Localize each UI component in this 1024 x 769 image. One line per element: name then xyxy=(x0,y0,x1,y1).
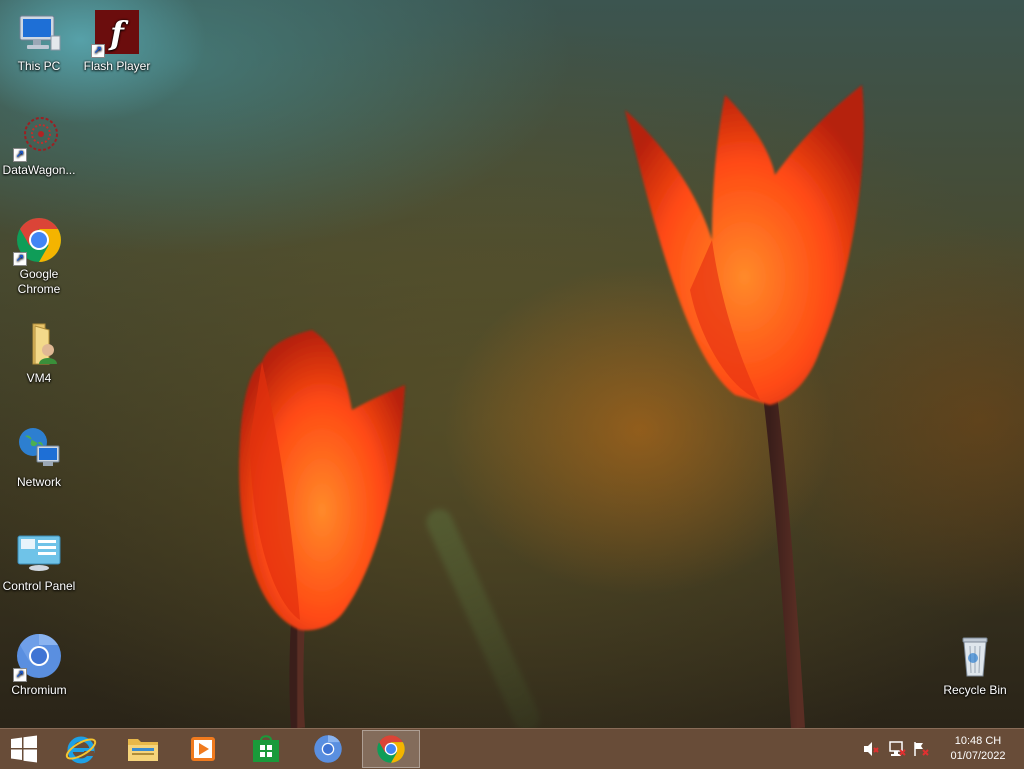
desktop-icon-recycle-bin[interactable]: Recycle Bin xyxy=(936,632,1014,698)
network-icon xyxy=(15,424,63,472)
desktop-icon-vm4[interactable]: VM4 xyxy=(0,320,78,386)
shortcut-arrow-icon: ↗ xyxy=(13,148,27,162)
media-player-icon xyxy=(191,737,215,761)
chromium-icon xyxy=(314,735,342,763)
tray-volume[interactable] xyxy=(862,729,880,769)
desktop-background: This PC f ↗ Flash Player ↗ DataWagon... xyxy=(0,0,1024,728)
clock-time: 10:48 CH xyxy=(954,735,1002,747)
datawagon-icon: ↗ xyxy=(13,112,63,162)
desktop-icon-google-chrome[interactable]: ↗ Google Chrome xyxy=(0,216,78,297)
desktop-icon-label: Recycle Bin xyxy=(943,683,1007,697)
desktop-icon-network[interactable]: Network xyxy=(0,424,78,490)
desktop-icon-datawagon[interactable]: ↗ DataWagon... xyxy=(0,112,78,178)
start-button[interactable] xyxy=(0,730,48,768)
chromium-icon: ↗ xyxy=(13,632,63,682)
taskbar-chromium[interactable] xyxy=(299,730,357,768)
desktop-icon-label: Control Panel xyxy=(2,579,76,593)
tray-network[interactable] xyxy=(888,729,906,769)
desktop-icon-label: This PC xyxy=(17,59,61,73)
taskbar-internet-explorer[interactable] xyxy=(52,730,110,768)
user-folder-icon xyxy=(15,320,63,368)
shortcut-arrow-icon: ↗ xyxy=(13,252,27,266)
recycle-bin-icon xyxy=(951,632,999,680)
computer-icon xyxy=(15,8,63,56)
desktop-icon-this-pc[interactable]: This PC xyxy=(0,8,78,74)
taskbar-google-chrome[interactable] xyxy=(362,730,420,768)
desktop-icon-flash-player[interactable]: f ↗ Flash Player xyxy=(78,8,156,74)
desktop-icon-label: Network xyxy=(16,475,61,489)
taskbar-file-explorer[interactable] xyxy=(114,730,172,768)
taskbar: 10:48 CH 01/07/2022 xyxy=(0,728,1024,769)
shortcut-arrow-icon: ↗ xyxy=(91,44,105,58)
shortcut-arrow-icon: ↗ xyxy=(13,668,27,682)
internet-explorer-icon xyxy=(65,736,97,764)
taskbar-clock[interactable]: 10:48 CH 01/07/2022 xyxy=(940,734,1016,764)
flash-player-icon: f ↗ xyxy=(91,8,141,58)
control-panel-icon xyxy=(15,528,63,576)
desktop-icon-label: VM4 xyxy=(26,371,52,385)
folder-icon xyxy=(128,739,158,761)
windows-logo-icon xyxy=(11,735,37,763)
speaker-muted-icon xyxy=(864,742,879,756)
chrome-icon: ↗ xyxy=(13,216,63,266)
chrome-icon xyxy=(377,735,405,763)
taskbar-media-player[interactable] xyxy=(174,730,232,768)
taskbar-store[interactable] xyxy=(237,730,295,768)
desktop-icon-label: DataWagon... xyxy=(2,163,76,177)
desktop-icon-control-panel[interactable]: Control Panel xyxy=(0,528,78,594)
store-icon xyxy=(253,735,279,762)
tray-action-center[interactable] xyxy=(912,729,930,769)
desktop-icon-chromium[interactable]: ↗ Chromium xyxy=(0,632,78,698)
desktop-icon-label: Flash Player xyxy=(83,59,151,73)
desktop-icon-label: Chromium xyxy=(11,683,67,697)
wallpaper-tulips xyxy=(239,85,864,728)
clock-date: 01/07/2022 xyxy=(950,750,1006,762)
desktop-icon-label: Google Chrome xyxy=(17,267,61,296)
network-disconnected-icon xyxy=(889,741,906,756)
flag-alert-icon xyxy=(914,742,929,756)
